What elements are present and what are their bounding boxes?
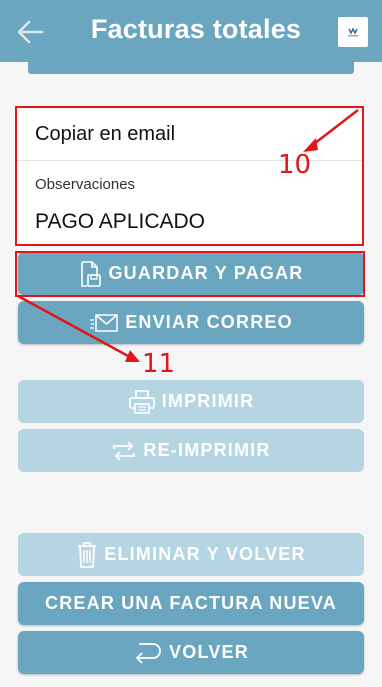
observations-label: Observaciones: [35, 176, 136, 193]
send-email-button[interactable]: ENVIAR CORREO: [18, 301, 364, 344]
trash-icon: [76, 541, 98, 569]
printer-icon: [128, 389, 156, 415]
annotation-number-11: 11: [142, 349, 176, 379]
app-logo-icon: [338, 17, 368, 47]
copy-email-field[interactable]: Copiar en email: [35, 123, 175, 146]
envelope-icon: [89, 312, 119, 334]
save-and-pay-label: GUARDAR Y PAGAR: [108, 263, 304, 283]
page-title: Facturas totales: [90, 14, 302, 44]
create-new-invoice-label: CREAR UNA FACTURA NUEVA: [45, 593, 337, 613]
send-email-label: ENVIAR CORREO: [125, 312, 293, 332]
delete-and-back-button[interactable]: ELIMINAR Y VOLVER: [18, 533, 364, 576]
document-save-icon: [78, 260, 102, 288]
observations-field[interactable]: PAGO APLICADO: [35, 210, 205, 234]
back-button[interactable]: VOLVER: [18, 631, 364, 674]
annotation-number-10: 10: [278, 150, 312, 180]
reprint-button[interactable]: RE-IMPRIMIR: [18, 429, 364, 472]
repeat-icon: [111, 439, 137, 463]
save-and-pay-button[interactable]: GUARDAR Y PAGAR: [18, 252, 364, 295]
header-band: [28, 62, 354, 74]
reprint-label: RE-IMPRIMIR: [143, 440, 271, 460]
app-header: Facturas totales: [0, 0, 382, 62]
delete-and-back-label: ELIMINAR Y VOLVER: [104, 544, 306, 564]
print-label: IMPRIMIR: [161, 391, 255, 411]
return-arrow-icon: [133, 640, 163, 666]
print-button[interactable]: IMPRIMIR: [18, 380, 364, 423]
back-label: VOLVER: [169, 642, 249, 662]
arrow-left-icon[interactable]: [14, 16, 46, 48]
create-new-invoice-button[interactable]: CREAR UNA FACTURA NUEVA: [18, 582, 364, 625]
